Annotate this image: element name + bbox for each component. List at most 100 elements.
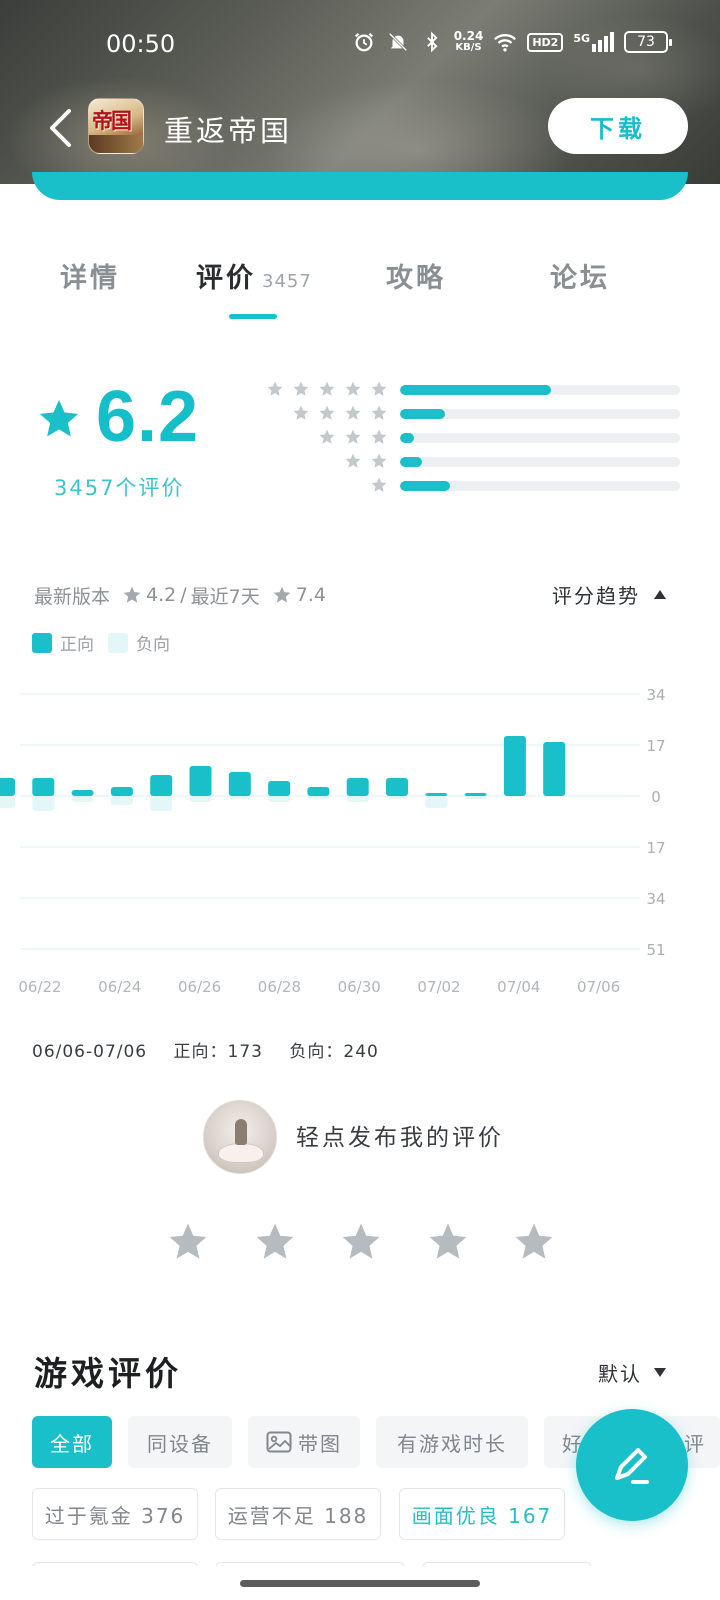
star-icon	[319, 405, 335, 420]
trend-chart: 34 17 0 17 34 51 06/22 06/24 06/26 06/28 06/30 07/0…	[0, 686, 666, 996]
app-icon: 帝国	[88, 98, 144, 154]
star-icon	[39, 399, 79, 437]
y-tick-label: 17	[646, 839, 665, 857]
bar-negative	[189, 796, 212, 802]
rate-star-2[interactable]	[253, 1220, 297, 1264]
bar-positive	[228, 772, 251, 796]
distribution-stars	[266, 380, 388, 398]
filter-has-playtime[interactable]: 有游戏时长	[376, 1416, 528, 1468]
bar-negative	[32, 796, 55, 811]
x-tick-label: 06/22	[18, 978, 61, 996]
bar-positive	[150, 775, 173, 796]
star-icon	[371, 381, 387, 396]
rate-star-5[interactable]	[512, 1220, 556, 1264]
x-tick-label: 07/06	[577, 978, 620, 996]
range-dates: 06/06-07/06	[32, 1042, 148, 1062]
bar-positive	[71, 790, 94, 796]
filter-same-device[interactable]: 同设备	[128, 1416, 232, 1468]
app-title: 重返帝国	[164, 114, 293, 148]
rate-star-4[interactable]	[426, 1220, 470, 1264]
distribution-bar-fill	[400, 433, 414, 443]
tab-forum[interactable]: 论坛	[550, 256, 610, 295]
home-indicator[interactable]	[240, 1580, 480, 1587]
chevron-left-icon	[50, 109, 71, 147]
bar-positive	[346, 778, 369, 796]
status-time: 00:50	[106, 30, 176, 58]
header-accent-strip	[32, 172, 688, 200]
wifi-icon	[493, 30, 517, 54]
write-review-fab[interactable]	[576, 1409, 688, 1521]
filter-with-images[interactable]: 带图	[248, 1416, 360, 1468]
bar-negative	[307, 796, 330, 799]
bar-positive	[503, 736, 526, 796]
distribution-row-4-star	[256, 404, 686, 424]
bar-positive	[0, 778, 15, 796]
x-tick-label: 06/24	[98, 978, 141, 996]
rate-star-3[interactable]	[339, 1220, 383, 1264]
star-icon	[345, 381, 361, 396]
avatar	[203, 1100, 277, 1174]
distribution-row-1-star	[256, 476, 686, 496]
status-icons: 0.24 KB/S HD2 5G 73	[352, 30, 672, 54]
rating-count: 3457个评价	[54, 476, 185, 500]
y-tick-label: 17	[646, 737, 665, 755]
bar-positive	[464, 793, 487, 796]
star-icon	[293, 381, 309, 396]
rate-star-1[interactable]	[166, 1220, 210, 1264]
distribution-bar-fill	[400, 481, 451, 491]
back-button[interactable]	[40, 104, 80, 152]
bar-negative	[464, 796, 487, 799]
latest-version-label: 最新版本	[34, 585, 111, 608]
filter-all[interactable]: 全部	[32, 1416, 112, 1468]
bar-negative	[228, 796, 251, 799]
bar-negative	[425, 796, 448, 808]
distribution-stars	[292, 404, 388, 422]
star-icon	[319, 429, 335, 444]
image-icon	[266, 1431, 292, 1453]
bar-negative	[346, 796, 369, 802]
tab-reviews-count: 3457	[262, 271, 312, 292]
star-icon	[319, 381, 335, 396]
y-tick-label: 34	[646, 890, 665, 908]
y-tick-label: 0	[651, 788, 661, 806]
filter-tag-good-graphics[interactable]: 画面优良 167	[399, 1488, 565, 1540]
star-icon	[371, 453, 387, 468]
app-header: 00:50 0.24 KB/S HD2 5G 73 帝国 重返帝国 下载	[0, 0, 720, 184]
y-tick-label: 34	[646, 686, 665, 704]
sort-select[interactable]: 默认	[598, 1358, 666, 1387]
rating-score: 6.2	[96, 377, 200, 457]
bluetooth-icon	[420, 30, 444, 54]
tab-reviews[interactable]: 评价 3457	[196, 256, 312, 295]
mute-bell-icon	[386, 30, 410, 54]
tab-guides[interactable]: 攻略	[386, 256, 446, 295]
bar-negative	[0, 796, 15, 808]
caret-down-icon	[654, 1368, 666, 1377]
x-tick-label: 06/30	[338, 978, 381, 996]
nav-row: 帝国 重返帝国 下载	[0, 96, 720, 160]
bar-negative	[386, 796, 408, 799]
rating-summary: 6.2 3457个评价	[36, 377, 246, 510]
distribution-row-3-star	[256, 428, 686, 448]
tab-details[interactable]: 详情	[60, 256, 120, 295]
y-tick-label: 51	[646, 941, 665, 959]
write-review-prompt[interactable]: 轻点发布我的评价	[0, 1098, 720, 1178]
download-button[interactable]: 下载	[548, 98, 688, 154]
bar-positive	[425, 793, 448, 796]
distribution-row-5-star	[256, 380, 686, 400]
battery-indicator: 73	[624, 31, 672, 53]
star-icon	[345, 405, 361, 420]
distribution-bar	[400, 433, 680, 443]
trend-meta: 最新版本 4.2 / 最近7天 7.4 评分趋势	[34, 580, 686, 610]
bar-positive	[32, 778, 55, 796]
x-tick-label: 06/28	[258, 978, 301, 996]
filter-tag-pay-to-win[interactable]: 过于氪金 376	[32, 1488, 198, 1540]
filter-tag-poor-operations[interactable]: 运营不足 188	[215, 1488, 381, 1540]
bar-positive	[386, 778, 408, 796]
distribution-bar	[400, 481, 680, 491]
distribution-bar	[400, 457, 680, 467]
star-icon	[345, 429, 361, 444]
trend-toggle[interactable]: 评分趋势	[552, 580, 666, 609]
distribution-bar-fill	[400, 457, 423, 467]
star-icon	[267, 381, 283, 396]
bar-positive	[189, 766, 212, 796]
